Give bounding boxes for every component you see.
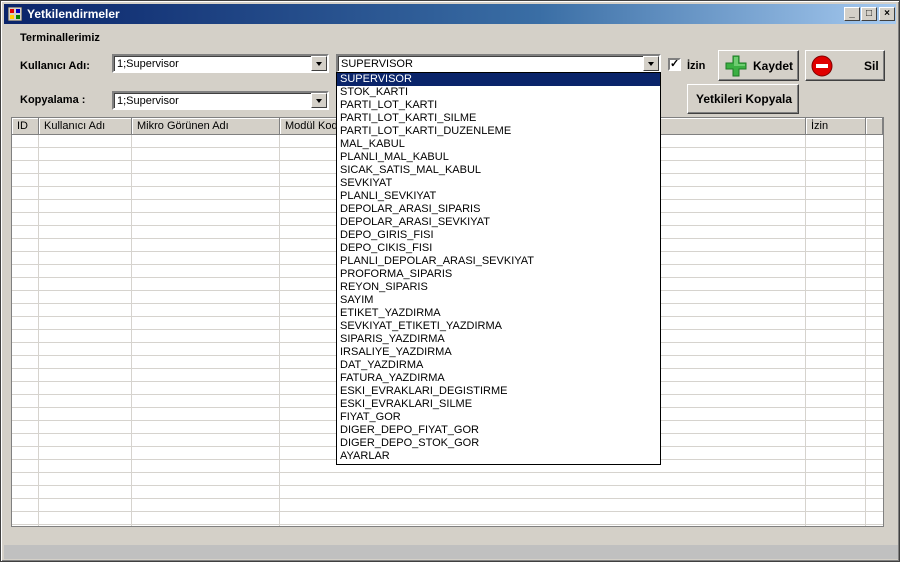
dropdown-option[interactable]: MAL_KABUL: [337, 138, 660, 151]
permission-checkbox[interactable]: ✓: [668, 58, 681, 71]
dropdown-option[interactable]: DEPOLAR_ARASI_SIPARIS: [337, 203, 660, 216]
grid-column-divider: [279, 135, 280, 526]
dropdown-option[interactable]: DEPO_GIRIS_FISI: [337, 229, 660, 242]
copy-label: Kopyalama :: [20, 94, 86, 106]
dropdown-option[interactable]: ESKI_EVRAKLARI_SILME: [337, 398, 660, 411]
maximize-button[interactable]: □: [861, 7, 877, 21]
dropdown-option[interactable]: REYON_SIPARIS: [337, 281, 660, 294]
dropdown-option[interactable]: SICAK_SATIS_MAL_KABUL: [337, 164, 660, 177]
module-select[interactable]: SUPERVISOR: [336, 54, 661, 73]
chevron-down-icon[interactable]: [643, 56, 659, 71]
save-button[interactable]: Kaydet: [718, 50, 799, 81]
dropdown-option[interactable]: FIYAT_GOR: [337, 411, 660, 424]
dropdown-option[interactable]: PROFORMA_SIPARIS: [337, 268, 660, 281]
app-icon: [8, 7, 22, 21]
dropdown-option[interactable]: IRSALIYE_YAZDIRMA: [337, 346, 660, 359]
column-header-display-name[interactable]: Mikro Görünen Adı: [132, 118, 280, 135]
dropdown-option[interactable]: DIGER_DEPO_FIYAT_GOR: [337, 424, 660, 437]
dropdown-option[interactable]: PARTI_LOT_KARTI: [337, 99, 660, 112]
dropdown-option[interactable]: ETIKET_YAZDIRMA: [337, 307, 660, 320]
copy-permissions-button-label: Yetkileri Kopyala: [696, 92, 793, 106]
user-label: Kullanıcı Adı:: [20, 60, 90, 72]
grid-column-divider: [38, 135, 39, 526]
column-header-user-name[interactable]: Kullanıcı Adı: [39, 118, 132, 135]
title-bar[interactable]: Yetkilendirmeler _ □ ×: [4, 4, 896, 24]
app-window: Yetkilendirmeler _ □ × Terminallerimiz K…: [0, 0, 900, 562]
dropdown-option[interactable]: PLANLI_MAL_KABUL: [337, 151, 660, 164]
column-header-filler: [866, 118, 883, 135]
dropdown-option[interactable]: SUPERVISOR: [337, 73, 660, 86]
dropdown-option[interactable]: SEVKIYAT: [337, 177, 660, 190]
check-icon: ✓: [670, 58, 680, 70]
plus-icon: [725, 55, 747, 77]
dropdown-option[interactable]: ESKI_EVRAKLARI_DEGISTIRME: [337, 385, 660, 398]
chevron-down-icon[interactable]: [311, 93, 327, 108]
dropdown-option[interactable]: PLANLI_SEVKIYAT: [337, 190, 660, 203]
save-button-label: Kaydet: [753, 59, 794, 73]
dropdown-option[interactable]: DAT_YAZDIRMA: [337, 359, 660, 372]
dropdown-option[interactable]: DEPO_CIKIS_FISI: [337, 242, 660, 255]
user-select-value: 1;Supervisor: [117, 58, 179, 70]
section-title: Terminallerimiz: [20, 32, 100, 44]
dropdown-option[interactable]: PARTI_LOT_KARTI_SILME: [337, 112, 660, 125]
grid-column-divider: [865, 135, 866, 526]
delete-icon: [811, 55, 833, 77]
close-button[interactable]: ×: [879, 7, 895, 21]
minimize-button[interactable]: _: [844, 7, 860, 21]
module-dropdown-list[interactable]: SUPERVISOR STOK_KARTI PARTI_LOT_KARTI PARTI…: [336, 72, 661, 465]
dropdown-option[interactable]: FATURA_YAZDIRMA: [337, 372, 660, 385]
window-bottom-strip: [4, 545, 898, 559]
grid-column-divider: [131, 135, 132, 526]
chevron-down-icon[interactable]: [311, 56, 327, 71]
dropdown-option[interactable]: AYARLAR: [337, 450, 660, 463]
dropdown-option[interactable]: SAYIM: [337, 294, 660, 307]
delete-button-label: Sil: [864, 59, 879, 73]
dropdown-option[interactable]: PARTI_LOT_KARTI_DUZENLEME: [337, 125, 660, 138]
grid-column-divider: [805, 135, 806, 526]
delete-button[interactable]: Sil: [805, 50, 885, 81]
dropdown-option[interactable]: PLANLI_DEPOLAR_ARASI_SEVKIYAT: [337, 255, 660, 268]
dropdown-option[interactable]: DIGER_DEPO_STOK_GOR: [337, 437, 660, 450]
copy-user-select-value: 1;Supervisor: [117, 95, 179, 107]
window-title: Yetkilendirmeler: [27, 7, 120, 21]
permission-label: İzin: [687, 60, 706, 72]
dropdown-option[interactable]: SIPARIS_YAZDIRMA: [337, 333, 660, 346]
copy-user-select[interactable]: 1;Supervisor: [112, 91, 329, 110]
column-header-id[interactable]: ID: [12, 118, 39, 135]
module-select-value: SUPERVISOR: [341, 58, 413, 70]
dropdown-option[interactable]: DEPOLAR_ARASI_SEVKIYAT: [337, 216, 660, 229]
dropdown-option[interactable]: STOK_KARTI: [337, 86, 660, 99]
column-header-permission[interactable]: İzin: [806, 118, 866, 135]
user-select[interactable]: 1;Supervisor: [112, 54, 329, 73]
copy-permissions-button[interactable]: Yetkileri Kopyala: [687, 84, 799, 114]
dropdown-option[interactable]: SEVKIYAT_ETIKETI_YAZDIRMA: [337, 320, 660, 333]
